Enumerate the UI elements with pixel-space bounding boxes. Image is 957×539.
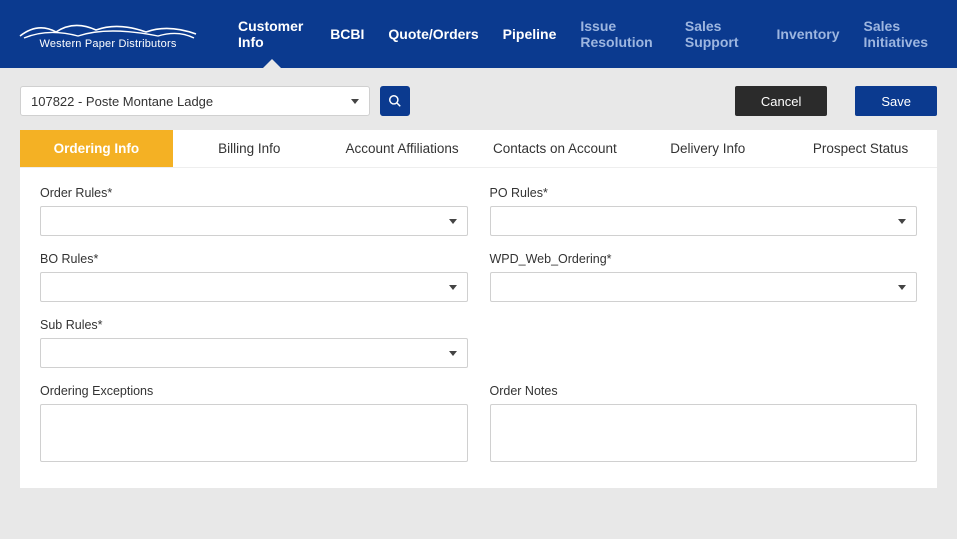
toolbar: 107822 - Poste Montane Ladge Cancel Save <box>0 68 957 130</box>
nav-inventory[interactable]: Inventory <box>777 0 840 68</box>
label-wpd-web-ordering: WPD_Web_Ordering* <box>490 252 918 266</box>
nav-customer-info[interactable]: Customer Info <box>238 0 306 68</box>
chevron-down-icon <box>449 285 457 290</box>
field-bo-rules: BO Rules* <box>40 252 468 302</box>
textarea-order-notes[interactable] <box>490 404 918 462</box>
mountain-icon <box>18 18 198 40</box>
nav-pipeline[interactable]: Pipeline <box>503 0 557 68</box>
chevron-down-icon <box>351 99 359 104</box>
nav-issue-resolution[interactable]: Issue Resolution <box>580 0 661 68</box>
label-sub-rules: Sub Rules* <box>40 318 468 332</box>
ordering-info-form: Order Rules* PO Rules* BO Rules* WPD_Web… <box>20 168 937 488</box>
tab-ordering-info[interactable]: Ordering Info <box>20 130 173 167</box>
select-order-rules[interactable] <box>40 206 468 236</box>
label-bo-rules: BO Rules* <box>40 252 468 266</box>
customer-select-value: 107822 - Poste Montane Ladge <box>31 94 213 109</box>
select-sub-rules[interactable] <box>40 338 468 368</box>
textarea-ordering-exceptions[interactable] <box>40 404 468 462</box>
save-button[interactable]: Save <box>855 86 937 116</box>
select-bo-rules[interactable] <box>40 272 468 302</box>
field-po-rules: PO Rules* <box>490 186 918 236</box>
field-wpd-web-ordering: WPD_Web_Ordering* <box>490 252 918 302</box>
label-po-rules: PO Rules* <box>490 186 918 200</box>
sub-tabs: Ordering Info Billing Info Account Affil… <box>20 130 937 168</box>
brand-name: Western Paper Distributors <box>39 38 176 50</box>
field-sub-rules: Sub Rules* <box>40 318 468 368</box>
customer-select[interactable]: 107822 - Poste Montane Ladge <box>20 86 370 116</box>
search-icon <box>388 94 402 108</box>
nav-bcbi[interactable]: BCBI <box>330 0 364 68</box>
label-order-notes: Order Notes <box>490 384 918 398</box>
label-order-rules: Order Rules* <box>40 186 468 200</box>
main-nav: Customer Info BCBI Quote/Orders Pipeline… <box>238 0 939 68</box>
search-button[interactable] <box>380 86 410 116</box>
tab-prospect-status[interactable]: Prospect Status <box>784 130 937 167</box>
cancel-button[interactable]: Cancel <box>735 86 827 116</box>
nav-quote-orders[interactable]: Quote/Orders <box>388 0 478 68</box>
nav-sales-support[interactable]: Sales Support <box>685 0 753 68</box>
field-ordering-exceptions: Ordering Exceptions <box>40 384 468 462</box>
app-header: Western Paper Distributors Customer Info… <box>0 0 957 68</box>
main-panel: Ordering Info Billing Info Account Affil… <box>20 130 937 488</box>
field-order-rules: Order Rules* <box>40 186 468 236</box>
chevron-down-icon <box>898 219 906 224</box>
label-ordering-exceptions: Ordering Exceptions <box>40 384 468 398</box>
tab-account-affiliations[interactable]: Account Affiliations <box>326 130 479 167</box>
brand-logo: Western Paper Distributors <box>18 18 198 50</box>
tab-contacts-on-account[interactable]: Contacts on Account <box>478 130 631 167</box>
tab-delivery-info[interactable]: Delivery Info <box>631 130 784 167</box>
chevron-down-icon <box>898 285 906 290</box>
chevron-down-icon <box>449 351 457 356</box>
tab-billing-info[interactable]: Billing Info <box>173 130 326 167</box>
field-order-notes: Order Notes <box>490 384 918 462</box>
select-wpd-web-ordering[interactable] <box>490 272 918 302</box>
chevron-down-icon <box>449 219 457 224</box>
nav-sales-initiatives[interactable]: Sales Initiatives <box>864 0 939 68</box>
select-po-rules[interactable] <box>490 206 918 236</box>
